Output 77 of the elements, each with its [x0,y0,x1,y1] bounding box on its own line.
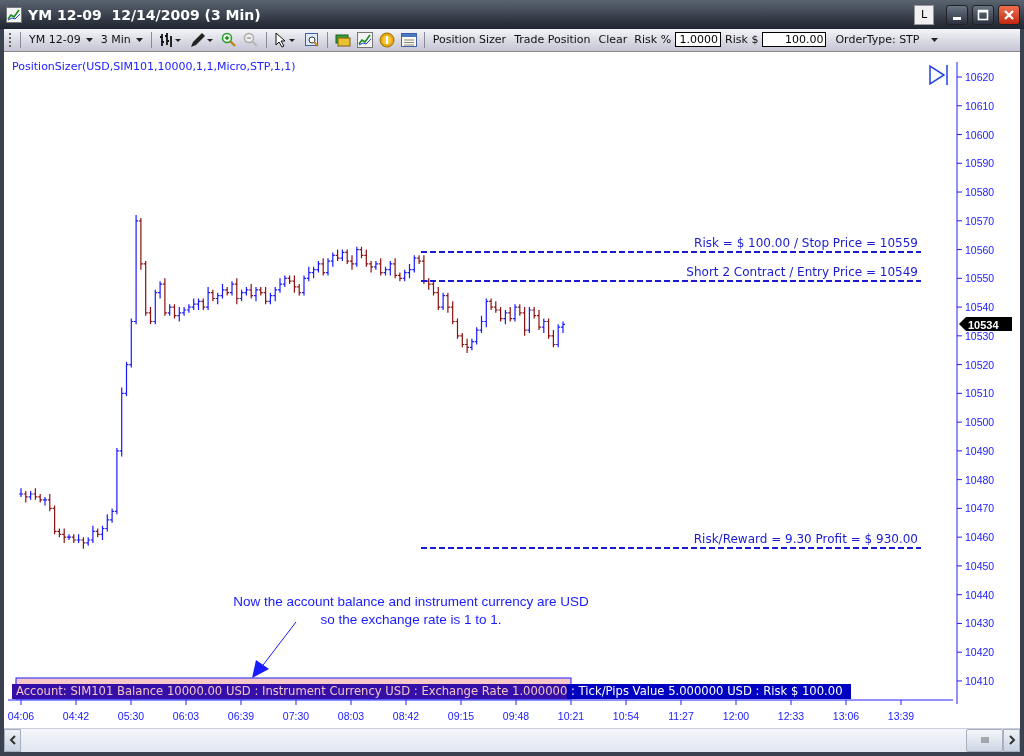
caret-icon [85,37,93,42]
caret-icon [931,37,939,42]
time-axis-label: 08:42 [392,709,420,722]
level-label: Risk = $ 100.00 / Stop Price = 10559 [694,235,918,250]
close-icon [1003,8,1015,21]
time-axis-label: 12:00 [722,709,750,722]
order-type-dropdown[interactable]: OrderType: STP [832,29,942,50]
arrow [252,621,297,678]
maximize-icon [977,8,989,21]
price-axis-label: 10460 [965,530,995,543]
instrument-dropdown[interactable]: YM 12-09 [26,29,96,50]
interval-dropdown[interactable]: 3 Min [97,29,146,50]
price-axis-label: 10420 [965,645,995,658]
price-axis-label: 10560 [965,243,995,256]
price-axis-label: 10600 [965,128,995,141]
price-axis-label: 10590 [965,156,995,169]
time-axis-label: 07:30 [282,709,310,722]
price-axis-label: 10570 [965,214,995,227]
time-axis-label: 10:54 [612,709,640,722]
layout-button[interactable]: L [914,4,934,25]
last-price-tag: 10534 [959,316,1012,331]
risk-dollar-field[interactable]: 100.00 [762,32,827,48]
chart-button[interactable] [354,29,375,50]
scroll-right-button[interactable] [1003,728,1020,752]
price-axis-label: 10470 [965,502,995,515]
price-axis-label: 10610 [965,99,995,112]
price-axis-label: 10550 [965,271,995,284]
price-axis-label: 10510 [965,387,995,399]
annotation-text: so the exchange rate is 1 to 1. [320,611,502,627]
time-axis-label: 06:39 [227,709,255,722]
maximize-button[interactable] [972,4,994,25]
time-axis-label: 09:15 [447,709,475,722]
price-axis-label: 10530 [965,329,995,342]
caret-icon [135,37,143,42]
level-label: Short 2 Contract / Entry Price = 10549 [686,264,918,279]
time-axis-label: 13:39 [887,709,915,722]
toolbar-button[interactable]: Trade Position [511,29,594,50]
scroll-thumb[interactable] [966,728,1003,752]
close-button[interactable] [998,4,1020,25]
time-axis-label: 12:33 [777,709,805,722]
time-axis-label: 05:30 [117,709,145,722]
risk-percent-field[interactable]: 1.0000 [675,32,722,48]
price-axis-label: 10520 [965,358,995,371]
toolbar-button[interactable]: Position Sizer [429,29,510,50]
play-icon [929,63,948,86]
chart-icon [6,6,22,23]
price-axis-label: 10540 [965,300,995,313]
grip-icon [9,31,12,48]
price-axis-label: 10440 [965,588,995,601]
coin-button[interactable] [376,29,397,50]
time-axis-label: 04:06 [7,709,35,722]
scroll-left-button[interactable] [4,728,21,752]
level-label: Risk/Reward = 9.30 Profit = $ 930.00 [693,531,918,546]
time-axis-label: 10:21 [557,709,585,722]
price-axis-label: 10480 [965,473,995,486]
time-axis-label: 08:03 [337,709,365,722]
toolbar-button[interactable]: Clear [595,29,631,50]
time-axis-label: 11:27 [668,709,694,722]
annotation-text: Now the account balance and instrument currency are USD [233,593,589,609]
window-title: YM 12-09 12/14/2009 (3 Min) [28,6,261,23]
price-axis-label: 10490 [965,444,995,457]
time-axis-label: 04:42 [62,709,90,722]
price-axis-label: 10410 [965,674,995,687]
indicator-label: PositionSizer(USD,SIM101,10000,1,1,Micro,STP,1,1) [12,59,296,73]
price-axis-label: 10620 [965,70,995,83]
time-axis-label: 13:06 [832,709,860,722]
price-axis-label: 10580 [965,185,995,198]
time-axis-label: 06:03 [172,709,200,722]
risk-status-text: : Tick/Pips Value 5.000000 USD : Risk $ 100.00 [567,683,851,699]
price-axis-label: 10500 [965,415,995,428]
price-axis-label: 10450 [965,559,995,572]
time-axis-label: 09:48 [502,709,530,722]
price-axis-label: 10430 [965,617,995,630]
risk-dollar-label: Risk $ [724,33,760,47]
minimize-button[interactable] [946,4,968,25]
risk-percent-label: Risk % [633,33,673,47]
minimize-icon [953,16,961,20]
